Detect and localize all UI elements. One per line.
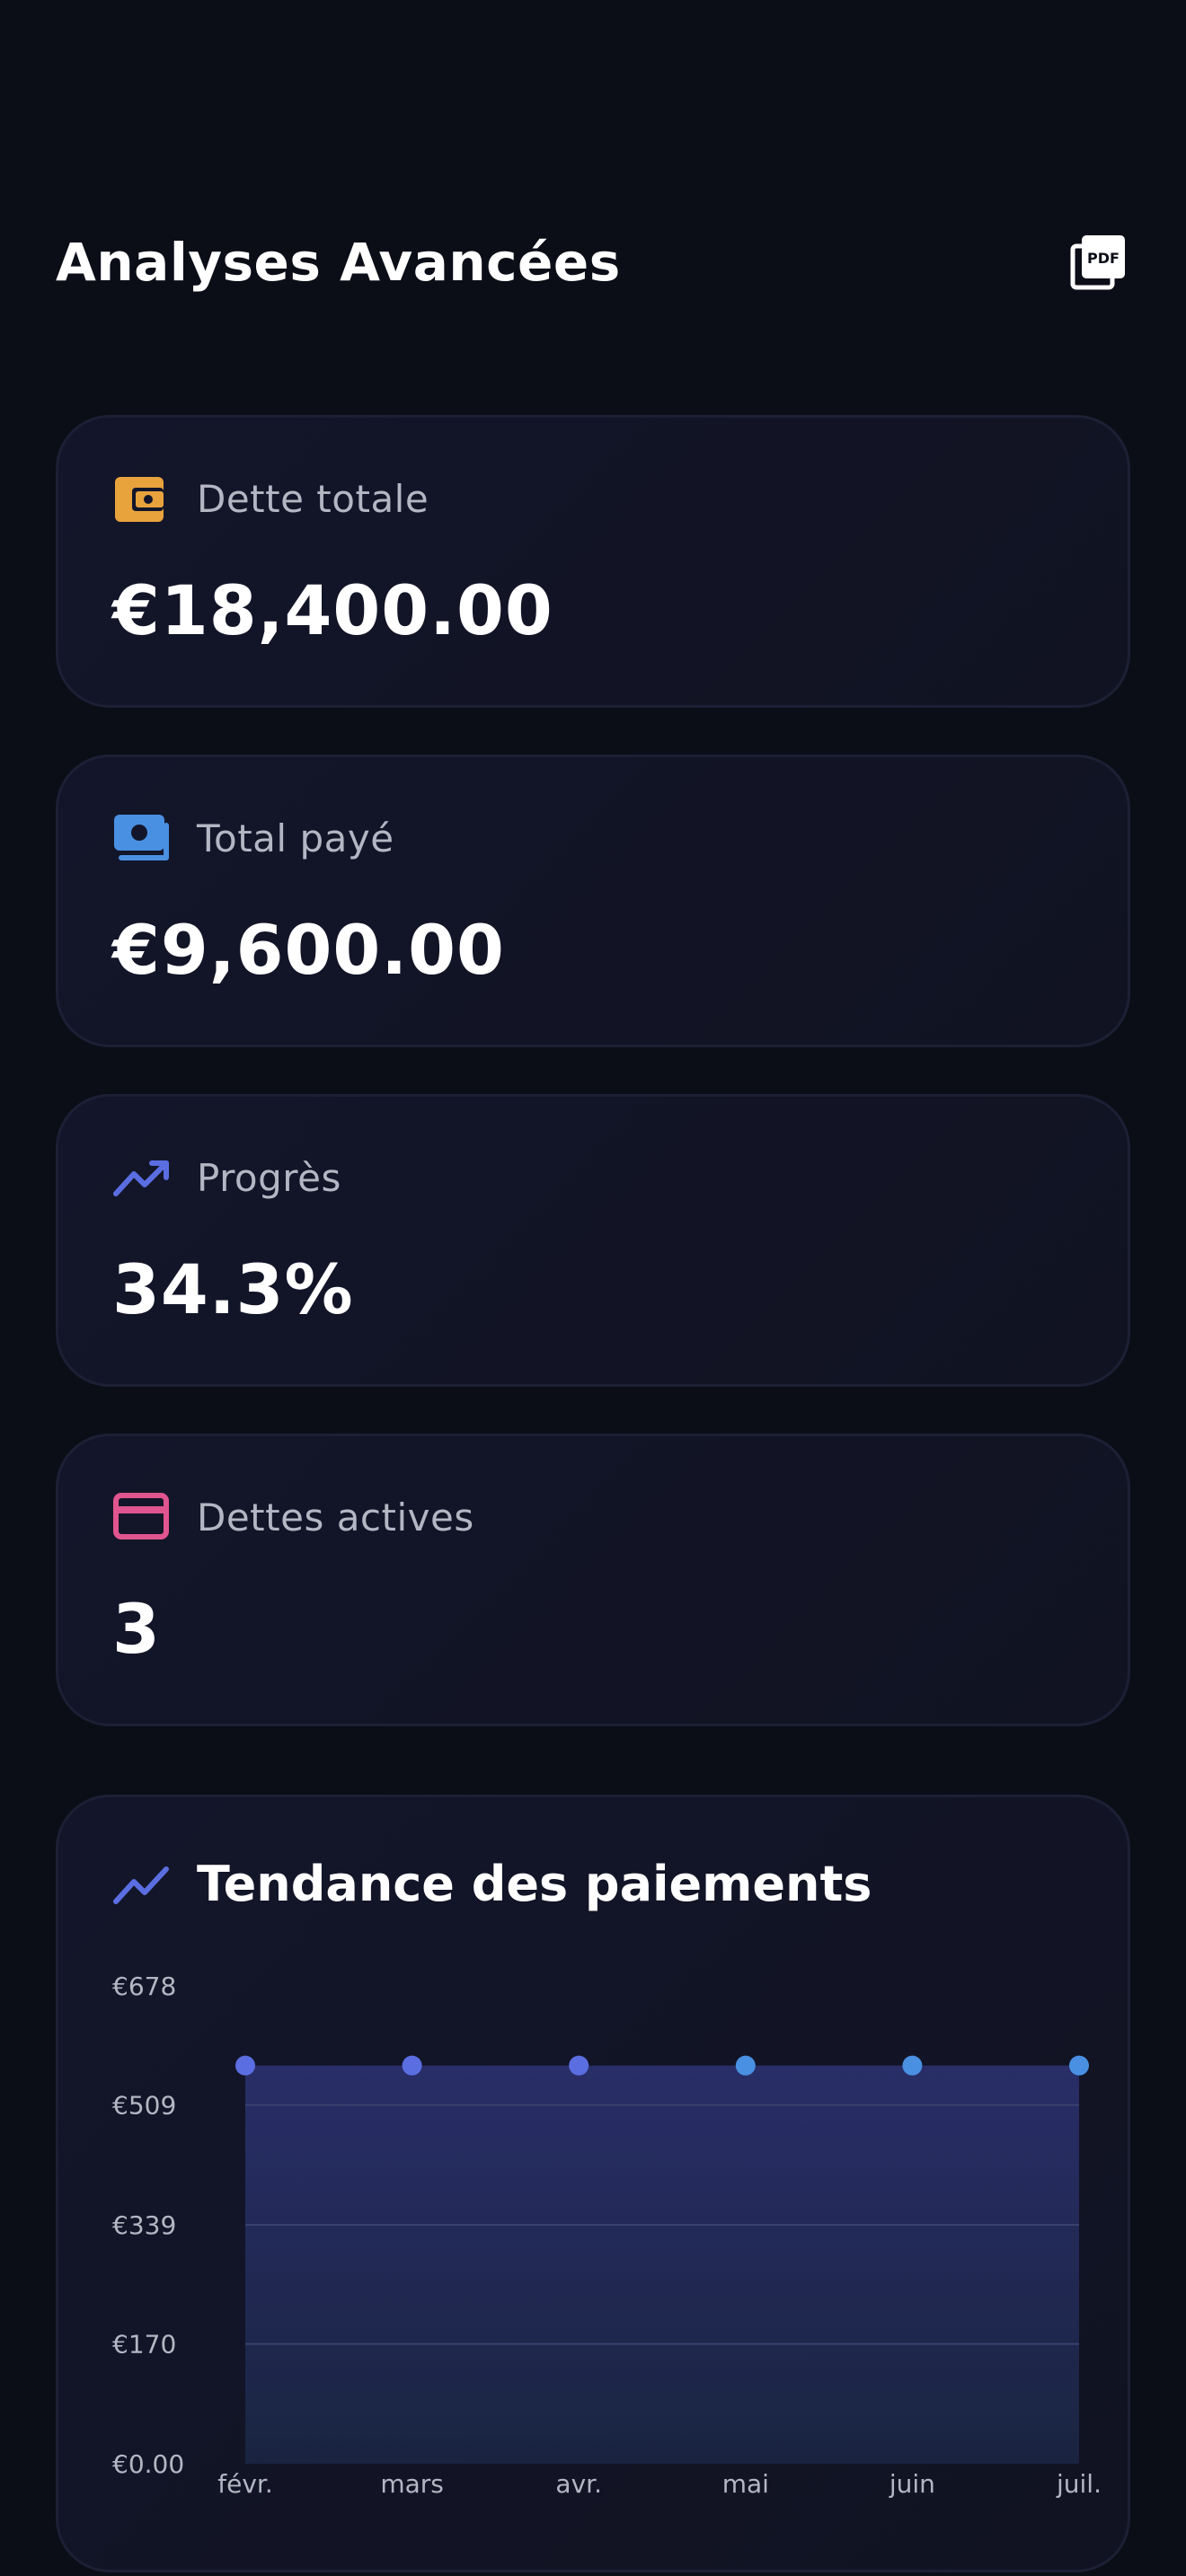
pdf-export-icon: PDF	[1070, 235, 1125, 290]
y-tick-label: €509	[112, 2091, 176, 2121]
data-point	[569, 2055, 589, 2076]
x-tick-label: mars	[380, 2469, 444, 2499]
card-label: Dettes actives	[197, 1495, 474, 1539]
stat-card-total-paid[interactable]: Total payé €9,600.00	[56, 754, 1130, 1047]
card-header: Total payé	[112, 811, 394, 865]
x-tick-label: févr.	[217, 2469, 273, 2499]
x-tick-label: juin	[889, 2469, 935, 2499]
data-point	[735, 2055, 756, 2076]
page-title: Analyses Avancées	[56, 232, 621, 293]
y-tick-label: €0.00	[112, 2449, 184, 2479]
credit-card-icon	[112, 1490, 172, 1544]
card-label: Progrès	[197, 1155, 341, 1200]
data-point	[1069, 2055, 1089, 2076]
export-pdf-button[interactable]: PDF	[1066, 230, 1130, 295]
money-icon	[112, 811, 172, 865]
card-value: 3	[112, 1589, 161, 1669]
trending-up-icon	[112, 1151, 172, 1204]
header: Analyses Avancées PDF	[56, 226, 1130, 298]
card-value: 34.3%	[112, 1249, 354, 1329]
data-point	[402, 2055, 422, 2076]
payment-trend-card: Tendance des paiements €0.00 €170 €339 €509…	[56, 1795, 1130, 2572]
stat-card-active-debts[interactable]: Dettes actives 3	[56, 1434, 1130, 1726]
x-tick-label: mai	[722, 2469, 769, 2499]
y-tick-label: €339	[112, 2210, 176, 2240]
svg-text:PDF: PDF	[1087, 250, 1120, 267]
x-tick-label: juil.	[1056, 2469, 1102, 2499]
y-tick-label: €170	[112, 2330, 176, 2360]
stat-card-progress[interactable]: Progrès 34.3%	[56, 1094, 1130, 1387]
area-fill	[245, 2065, 1079, 2464]
y-tick-label: €678	[112, 1972, 176, 2001]
data-point	[235, 2055, 255, 2076]
x-tick-label: avr.	[555, 2469, 602, 2499]
card-label: Total payé	[197, 816, 394, 860]
stat-card-total-debt[interactable]: Dette totale €18,400.00	[56, 415, 1130, 708]
analytics-screen: Analyses Avancées PDF Dette totale €18,4…	[0, 0, 1186, 2576]
card-header: Dette totale	[112, 472, 429, 525]
data-point	[902, 2055, 923, 2076]
card-label: Dette totale	[197, 476, 429, 521]
card-header: Progrès	[112, 1151, 341, 1204]
card-value: €18,400.00	[112, 570, 553, 650]
card-header: Dettes actives	[112, 1490, 474, 1544]
card-value: €9,600.00	[112, 910, 505, 990]
payment-trend-chart: €0.00 €170 €339 €509 €678 févr. mars avr. mai jui…	[112, 1972, 1102, 2499]
wallet-icon	[112, 472, 172, 525]
